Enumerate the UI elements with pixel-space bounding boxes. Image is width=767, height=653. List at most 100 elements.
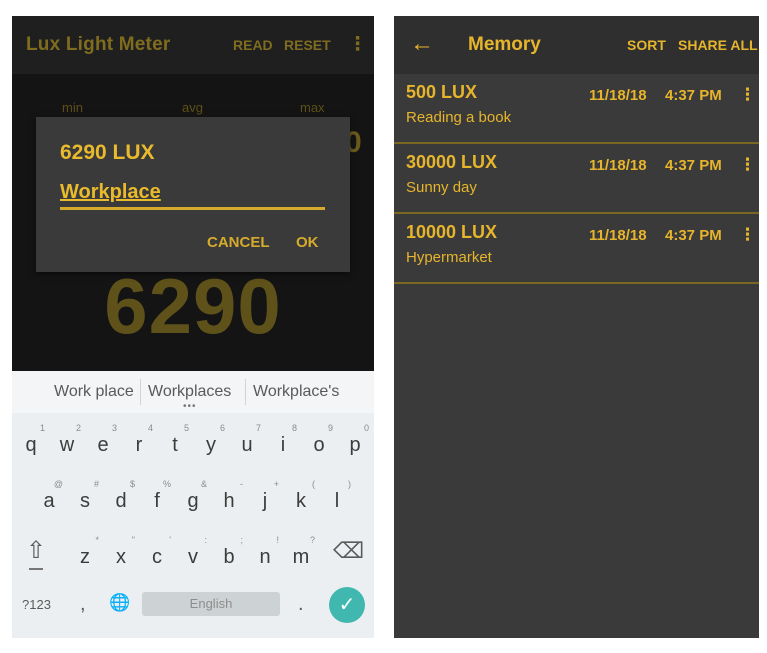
entry-time: 4:37 PM [665,87,722,104]
key-hint: 7 [255,423,261,433]
min-label: min [62,100,83,115]
key-label: o [313,434,325,456]
globe-key-icon[interactable]: 🌐 [109,593,130,613]
key-label: c [152,546,162,568]
symbols-key[interactable]: ?123 [22,597,51,612]
key-hint: % [162,479,171,489]
key-label: v [188,546,198,568]
cancel-button[interactable]: CANCEL [207,234,270,251]
key-b[interactable]: ; b [212,533,246,577]
key-h[interactable]: -h [212,477,246,521]
key-hint: 0 [363,423,369,433]
sort-button[interactable]: SORT [627,37,666,53]
comma-key[interactable]: , [80,593,86,616]
note-input[interactable] [60,177,325,210]
key-n[interactable]: ! n [248,533,282,577]
key-r[interactable]: 4r [122,421,156,465]
period-key[interactable]: . [298,593,304,616]
reset-button[interactable]: RESET [284,37,331,53]
key-hint: ( [312,479,315,489]
key-label: n [259,546,271,568]
key-y[interactable]: 6y [194,421,228,465]
back-arrow-icon[interactable]: ← [410,30,434,58]
key-hint: 6 [219,423,225,433]
key-hint: 3 [111,423,117,433]
key-d[interactable]: $ d [104,477,138,521]
key-hint: 4 [147,423,153,433]
read-button[interactable]: READ [233,37,273,53]
current-lux-value: 6290 [104,262,282,350]
key-g[interactable]: & g [176,477,210,521]
key-hint: - [240,479,243,489]
key-hint: 5 [183,423,189,433]
list-item[interactable]: 500 LUX Reading a book 11/18/18 4:37 PM … [394,74,759,144]
more-suggestions-icon[interactable]: ••• [183,401,197,412]
entry-note: Reading a book [406,109,512,126]
key-label: u [241,434,253,456]
key-t[interactable]: 5t [158,421,192,465]
suggestion-1[interactable]: Work place [54,383,134,401]
key-label: r [135,434,143,456]
key-o[interactable]: 9o [302,421,336,465]
key-k[interactable]: (k [284,477,318,521]
key-hint: ? [309,535,315,545]
more-options-icon[interactable]: ⋮ [739,225,756,245]
key-f[interactable]: % f [140,477,174,521]
ok-button[interactable]: OK [296,234,319,251]
app-bar: Lux Light Meter READ RESET ⋮ [12,16,374,74]
more-options-icon[interactable]: ⋮ [739,85,756,105]
key-label: g [187,490,199,512]
avg-label: avg [182,100,203,115]
key-hint: " [131,535,135,545]
key-u[interactable]: 7u [230,421,264,465]
key-a[interactable]: @ a [32,477,66,521]
key-w[interactable]: 2w [50,421,84,465]
suggestion-2[interactable]: Workplaces [148,383,231,401]
key-hint: ) [348,479,351,489]
key-i[interactable]: 8i [266,421,300,465]
entry-date: 11/18/18 [589,87,647,104]
entry-note: Hypermarket [406,249,492,266]
key-label: i [280,434,286,456]
suggestion-divider [245,379,246,405]
key-s[interactable]: # s [68,477,102,521]
key-j[interactable]: + j [248,477,282,521]
key-q[interactable]: 1q [14,421,48,465]
list-item[interactable]: 10000 LUX Hypermarket 11/18/18 4:37 PM ⋮ [394,214,759,284]
key-v[interactable]: :v [176,533,210,577]
key-m[interactable]: ? m [284,533,318,577]
suggestion-divider [140,379,141,405]
dialog-title: 6290 LUX [60,141,155,164]
key-e[interactable]: 3e [86,421,120,465]
save-reading-dialog: 6290 LUX CANCEL OK [36,117,350,272]
key-label: w [59,434,75,456]
enter-key-icon[interactable]: ✓ [329,587,365,623]
overflow-menu-icon[interactable]: ⋮ [348,33,367,56]
key-c[interactable]: ' c [140,533,174,577]
on-screen-keyboard: Work place Workplaces Workplace's ••• 1q… [12,371,374,638]
key-hint: & [200,479,207,489]
key-l[interactable]: ) l [320,477,354,521]
key-label: x [116,546,126,568]
key-label: m [292,546,310,568]
share-all-button[interactable]: SHARE ALL [678,37,758,53]
key-p[interactable]: 0p [338,421,372,465]
key-hint: @ [53,479,63,489]
key-label: f [154,490,160,512]
key-hint: ! [276,535,279,545]
key-label: p [349,434,361,456]
key-label: a [43,490,55,512]
space-bar[interactable]: English [142,592,280,616]
key-label: l [334,490,340,512]
key-hint: ; [240,535,243,545]
key-x[interactable]: " x [104,533,138,577]
suggestion-3[interactable]: Workplace's [253,383,339,401]
list-item[interactable]: 30000 LUX Sunny day 11/18/18 4:37 PM ⋮ [394,144,759,214]
max-label: max [300,100,325,115]
shift-indicator [29,568,43,570]
shift-key-icon[interactable]: ⇧ [24,536,48,565]
backspace-key-icon[interactable]: ⌫ [333,538,364,564]
more-options-icon[interactable]: ⋮ [739,155,756,175]
key-z[interactable]: * z [68,533,102,577]
app-bar: ← Memory SORT SHARE ALL [394,16,759,74]
